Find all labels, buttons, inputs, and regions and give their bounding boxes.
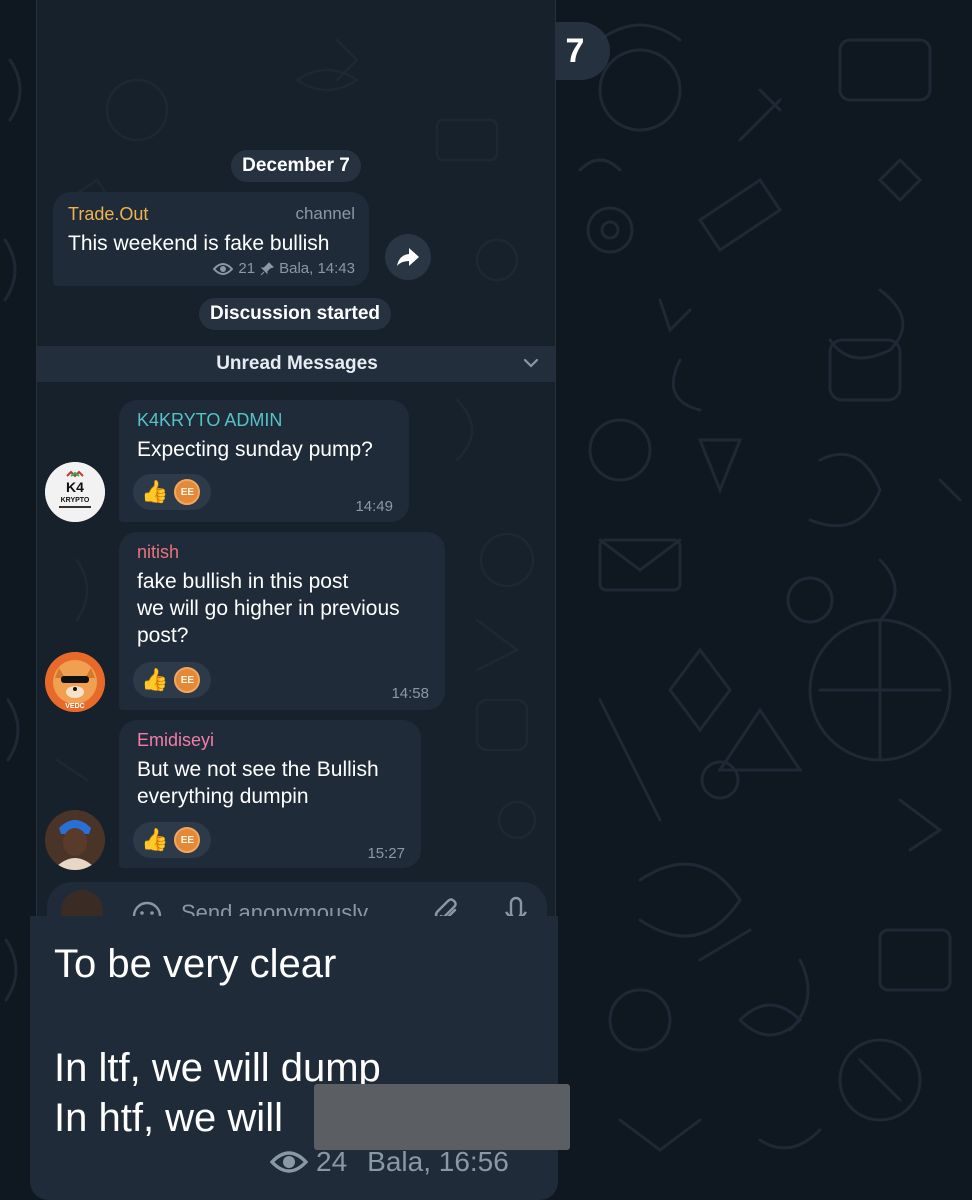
author-time: Bala, 16:56 <box>367 1146 509 1177</box>
inner-date-pill: December 7 <box>231 150 361 182</box>
outer-message-bubble[interactable]: To be very clear In ltf, we will dump In… <box>30 916 570 1200</box>
channel-post-bubble[interactable]: Trade.Out channel This weekend is fake b… <box>53 192 369 286</box>
sender-name[interactable]: nitish <box>137 542 179 563</box>
reaction-chip[interactable]: 👍 EE <box>133 474 211 510</box>
outer-message-meta: 24 Bala, 16:56 <box>270 1146 509 1178</box>
forward-icon <box>397 248 419 266</box>
message-text: Expecting sunday pump? <box>137 436 373 463</box>
reactor-avatar: EE <box>174 827 201 853</box>
channel-name[interactable]: Trade.Out <box>68 204 148 225</box>
post-author-time: Bala, 14:43 <box>279 260 355 277</box>
redaction-box <box>314 1084 570 1150</box>
thumbs-up-icon: 👍 <box>141 667 169 692</box>
reactor-avatar: EE <box>174 667 201 693</box>
view-count: 24 <box>316 1146 348 1177</box>
message-time: 14:58 <box>391 685 429 702</box>
message-line: we will go higher in previous <box>137 597 400 620</box>
doge-avatar-icon: VEDC <box>45 652 105 712</box>
message-line: fake bullish in this post <box>137 570 349 593</box>
unread-messages-bar[interactable]: Unread Messages <box>37 346 555 382</box>
reaction-chip[interactable]: 👍 EE <box>133 822 211 858</box>
avatar-k4krypto[interactable]: K4 KRYPTO <box>45 462 105 522</box>
message-text: fake bullish in this post we will go hig… <box>137 568 400 649</box>
message-time: 15:27 <box>367 845 405 862</box>
message-text: But we not see the Bullish everything du… <box>137 756 379 810</box>
channel-post-text: This weekend is fake bullish <box>68 232 330 255</box>
eye-icon <box>270 1151 308 1173</box>
thumbs-up-icon: 👍 <box>141 479 169 504</box>
message-line: everything dumpin <box>137 785 309 808</box>
discussion-started-pill: Discussion started <box>199 298 391 330</box>
chevron-down-icon[interactable] <box>523 357 539 369</box>
svg-text:K4: K4 <box>66 479 84 495</box>
channel-post-meta: 21 Bala, 14:43 <box>213 260 355 277</box>
send-as-avatar[interactable] <box>61 890 103 918</box>
microphone-icon[interactable] <box>503 896 529 918</box>
user-photo-icon <box>45 810 105 870</box>
message-bubble[interactable]: Emidiseyi But we not see the Bullish eve… <box>119 720 421 868</box>
message-bubble[interactable]: K4KRYTO ADMIN Expecting sunday pump? 👍 E… <box>119 400 409 522</box>
forward-button[interactable] <box>385 234 431 280</box>
view-count: 21 <box>238 260 256 277</box>
message-line: Expecting sunday pump? <box>137 438 373 461</box>
k4-krypto-logo: K4 KRYPTO <box>45 462 105 522</box>
message-time: 14:49 <box>355 498 393 515</box>
embedded-screenshot: December 7 Trade.Out channel This weeken… <box>36 0 556 918</box>
avatar-nitish[interactable]: VEDC <box>45 652 105 712</box>
svg-text:KRYPTO: KRYPTO <box>61 497 90 504</box>
message-line: To be very clear <box>54 942 337 986</box>
paperclip-icon[interactable] <box>433 898 463 918</box>
message-line: post? <box>137 624 189 647</box>
sender-name[interactable]: Emidiseyi <box>137 730 214 751</box>
channel-tag: channel <box>295 204 355 223</box>
reactor-avatar: EE <box>174 479 201 505</box>
unread-label: Unread Messages <box>216 353 378 374</box>
message-line: But we not see the Bullish <box>137 758 379 781</box>
avatar-text: VEDC <box>65 703 84 710</box>
reaction-chip[interactable]: 👍 EE <box>133 662 211 698</box>
sender-name[interactable]: K4KRYTO ADMIN <box>137 410 282 431</box>
message-line: In htf, we will <box>54 1096 283 1140</box>
compose-bar: Send anonymously <box>47 882 547 918</box>
message-bubble[interactable]: nitish fake bullish in this post we will… <box>119 532 445 710</box>
pin-icon <box>260 261 275 275</box>
eye-icon <box>213 262 234 275</box>
avatar-emidiseyi[interactable] <box>45 810 105 870</box>
thumbs-up-icon: 👍 <box>141 827 169 852</box>
